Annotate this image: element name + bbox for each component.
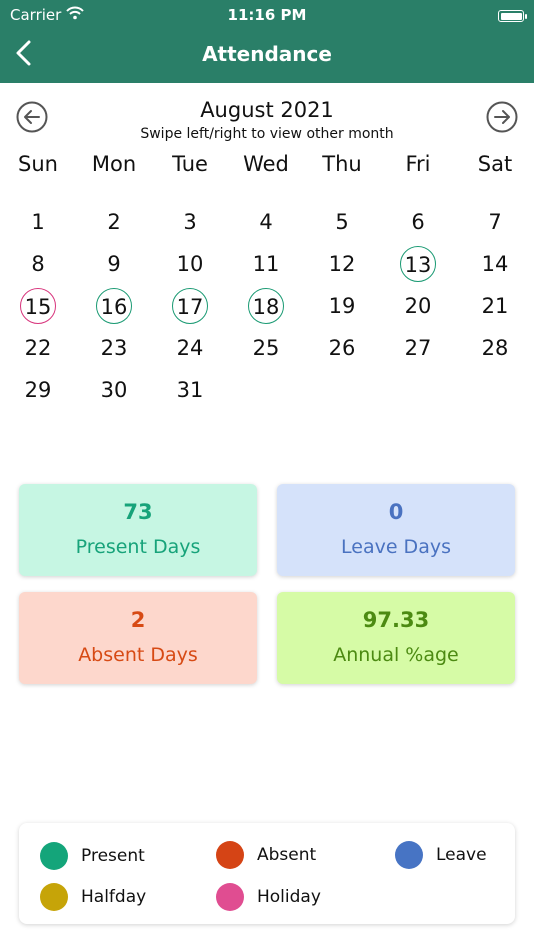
weekday-fri: Fri	[405, 152, 431, 176]
stat-label: Leave Days	[341, 536, 451, 558]
stat-value: 2	[130, 608, 146, 632]
calendar-day[interactable]: 27	[400, 330, 436, 366]
calendar-day[interactable]: 20	[400, 288, 436, 324]
stat-label: Annual %age	[333, 644, 459, 666]
swipe-hint: Swipe left/right to view other month	[140, 126, 394, 142]
calendar-day[interactable]: 3	[172, 204, 208, 240]
calendar-day[interactable]: 4	[248, 204, 284, 240]
calendar-day[interactable]: 14	[477, 246, 513, 282]
calendar-day[interactable]: 17	[172, 288, 208, 324]
calendar-day[interactable]: 30	[96, 372, 132, 408]
calendar-day[interactable]: 23	[96, 330, 132, 366]
weekday-mon: Mon	[91, 152, 137, 176]
annual-percentage-card[interactable]: 97.33 Annual %age	[277, 592, 515, 684]
status-time: 11:16 PM	[227, 6, 307, 24]
calendar-day[interactable]: 1	[20, 204, 56, 240]
weekday-wed: Wed	[243, 152, 289, 176]
calendar-day[interactable]: 13	[400, 246, 436, 282]
calendar-day[interactable]: 2	[96, 204, 132, 240]
weekday-tue: Tue	[172, 152, 208, 176]
calendar-day[interactable]: 8	[20, 246, 56, 282]
legend-dot-icon	[40, 883, 68, 911]
weekday-row: Sun Mon Tue Wed Thu Fri Sat	[0, 152, 534, 182]
calendar-day[interactable]: 31	[172, 372, 208, 408]
calendar-day[interactable]: 25	[248, 330, 284, 366]
calendar-day[interactable]: 15	[20, 288, 56, 324]
weekday-sun: Sun	[18, 152, 58, 176]
calendar-day[interactable]: 22	[20, 330, 56, 366]
calendar-day[interactable]: 21	[477, 288, 513, 324]
calendar-day[interactable]: 11	[248, 246, 284, 282]
battery-icon	[498, 10, 527, 22]
legend-label: Present	[81, 846, 145, 866]
month-header: August 2021 Swipe left/right to view oth…	[0, 98, 534, 142]
calendar-day[interactable]: 5	[324, 204, 360, 240]
nav-bar: Carrier 11:16 PM Attendance	[0, 0, 534, 83]
legend-label: Halfday	[81, 887, 147, 907]
stat-label: Absent Days	[78, 644, 198, 666]
weekday-sat: Sat	[477, 152, 513, 176]
absent-days-card[interactable]: 2 Absent Days	[19, 592, 257, 684]
calendar-day[interactable]: 29	[20, 372, 56, 408]
status-bar: Carrier 11:16 PM	[0, 4, 534, 26]
legend-dot-icon	[216, 841, 244, 869]
stat-value: 73	[123, 500, 153, 524]
calendar-day[interactable]: 9	[96, 246, 132, 282]
stat-value: 0	[388, 500, 404, 524]
leave-days-card[interactable]: 0 Leave Days	[277, 484, 515, 576]
month-title: August 2021	[200, 98, 334, 122]
page-title: Attendance	[202, 42, 332, 66]
calendar-day[interactable]: 18	[248, 288, 284, 324]
calendar-day[interactable]: 6	[400, 204, 436, 240]
calendar-day[interactable]: 16	[96, 288, 132, 324]
calendar-day[interactable]: 24	[172, 330, 208, 366]
legend-dot-icon	[395, 841, 423, 869]
present-days-card[interactable]: 73 Present Days	[19, 484, 257, 576]
legend-dot-icon	[40, 842, 68, 870]
stat-value: 97.33	[362, 608, 430, 632]
legend: Present Absent Leave Halfday Holiday	[19, 823, 515, 924]
calendar-day[interactable]: 10	[172, 246, 208, 282]
stat-label: Present Days	[75, 536, 201, 558]
legend-label: Leave	[436, 845, 487, 865]
calendar-day[interactable]: 7	[477, 204, 513, 240]
legend-label: Absent	[257, 845, 317, 865]
calendar-day[interactable]: 26	[324, 330, 360, 366]
calendar-day[interactable]: 28	[477, 330, 513, 366]
calendar-day[interactable]: 12	[324, 246, 360, 282]
legend-label: Holiday	[257, 887, 321, 907]
weekday-thu: Thu	[322, 152, 362, 176]
calendar-day[interactable]: 19	[324, 288, 360, 324]
legend-dot-icon	[216, 883, 244, 911]
